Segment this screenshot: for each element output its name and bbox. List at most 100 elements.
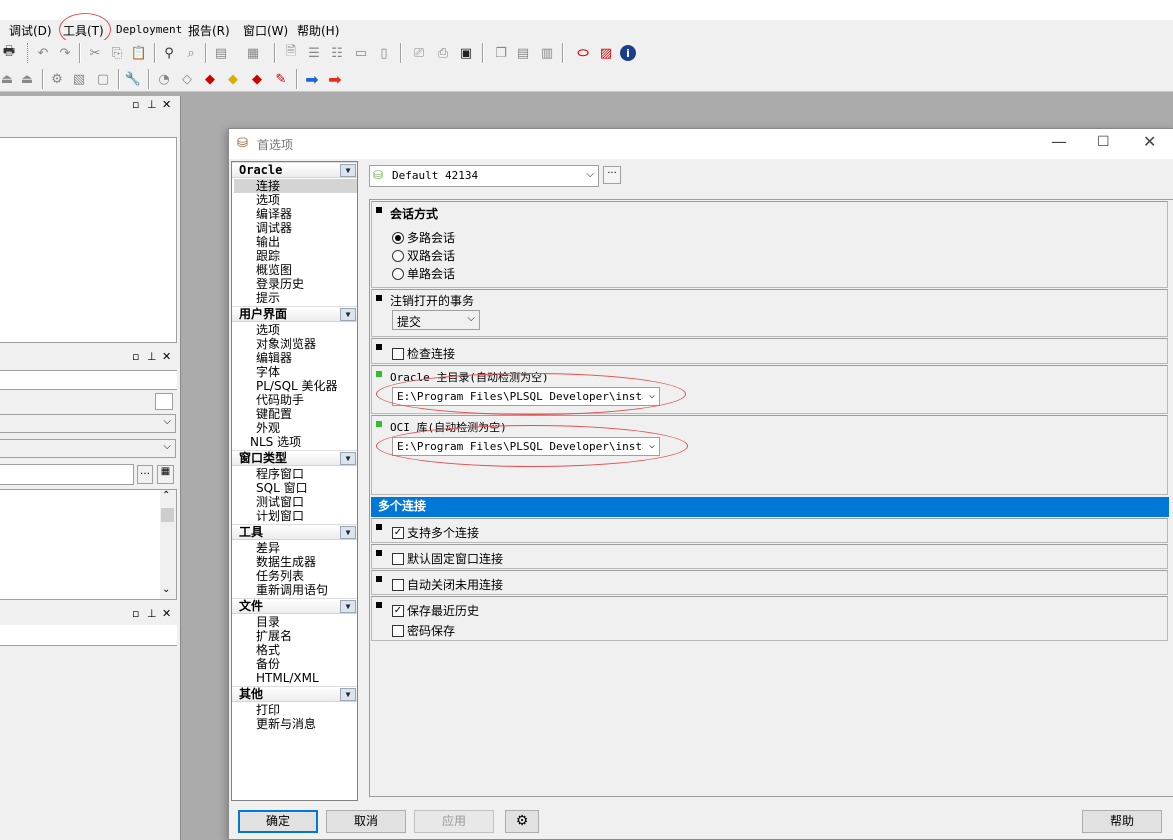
db-yellow-icon[interactable]: ◆ <box>224 70 242 88</box>
menu-deployment[interactable]: Deployment <box>116 23 182 36</box>
nav-category-files[interactable]: 文件 ▼ <box>232 598 357 614</box>
panel-filter-input[interactable] <box>0 464 134 485</box>
paste-icon[interactable]: 📋 <box>130 44 148 62</box>
menu-reports[interactable]: 报告(R) <box>188 22 230 39</box>
save-password-checkbox[interactable]: 密码保存 <box>392 622 455 639</box>
restore-icon[interactable]: ▫ <box>132 350 139 363</box>
commit-icon[interactable]: ◔ <box>155 70 173 88</box>
object-tree-area[interactable] <box>0 137 177 343</box>
menu-help[interactable]: 帮助(H) <box>297 22 339 39</box>
doc-icon[interactable]: 🗎 <box>282 44 300 62</box>
fixed-window-checkbox[interactable]: 默认固定窗口连接 <box>392 550 503 567</box>
macro-library-icon[interactable]: ▣ <box>457 44 475 62</box>
cancel-button[interactable]: 取消 <box>326 810 406 833</box>
nav-item[interactable]: 概览图 <box>256 263 292 277</box>
nav-item[interactable]: 提示 <box>256 291 280 305</box>
compile-icon[interactable]: ▧ <box>70 70 88 88</box>
nav-item[interactable]: 目录 <box>256 615 280 629</box>
nav-item[interactable]: 外观 <box>256 421 280 435</box>
undo-icon[interactable]: ↶ <box>34 44 52 62</box>
redo-icon[interactable]: ↷ <box>56 44 74 62</box>
format-icon[interactable]: ▦ <box>244 44 262 62</box>
close-icon[interactable]: ✕ <box>162 350 171 363</box>
menu-window[interactable]: 窗口(W) <box>243 22 288 39</box>
run-icon[interactable]: ▢ <box>94 70 112 88</box>
info-icon[interactable]: i <box>620 45 636 61</box>
nav-item[interactable]: 键配置 <box>256 407 292 421</box>
db-delete-icon[interactable]: ◆ <box>248 70 266 88</box>
collapse-icon[interactable]: ▼ <box>340 600 356 613</box>
macro-record-icon[interactable]: ⎚ <box>410 44 428 62</box>
close-icon[interactable]: ✕ <box>162 607 171 620</box>
comment-icon[interactable]: ☰ <box>305 44 323 62</box>
profile-select[interactable]: ⛁ Default 42134 ⌵ <box>369 165 599 187</box>
nav-item[interactable]: 选项 <box>256 193 280 207</box>
wrench-icon[interactable]: 🔧 <box>124 70 142 88</box>
lower-icon[interactable]: ▯ <box>375 44 393 62</box>
ok-button[interactable]: 确定 <box>238 810 318 833</box>
save-history-checkbox[interactable]: ✓ 保存最近历史 <box>392 602 479 619</box>
indent-icon[interactable]: ▤ <box>212 44 230 62</box>
pin-icon[interactable]: ⊥ <box>147 607 157 620</box>
nav-item[interactable]: NLS 选项 <box>250 435 301 449</box>
collapse-icon[interactable]: ▼ <box>340 308 356 321</box>
copy-icon[interactable]: ⎘ <box>108 44 126 62</box>
filter-icon[interactable]: ▦ <box>157 465 174 484</box>
nav-item[interactable]: PL/SQL 美化器 <box>256 379 338 393</box>
help-button[interactable]: 帮助 <box>1082 810 1162 833</box>
nav-item-connection[interactable]: 连接 <box>234 179 357 193</box>
nav-item[interactable]: 打印 <box>256 703 280 717</box>
oracle-icon[interactable]: ⬭ <box>574 44 592 62</box>
replace-icon[interactable]: ⌕ <box>182 44 200 62</box>
panel-combo-2[interactable]: ⌵ <box>0 439 176 458</box>
close-icon[interactable]: ✕ <box>1143 132 1156 151</box>
nav-item[interactable]: 计划窗口 <box>256 509 304 523</box>
nav-item[interactable]: 字体 <box>256 365 280 379</box>
nav-item[interactable]: 更新与消息 <box>256 717 316 731</box>
db-red-icon[interactable]: ◆ <box>201 70 219 88</box>
nav-category-tools[interactable]: 工具 ▼ <box>232 524 357 540</box>
brush-icon[interactable]: ✎ <box>272 70 290 88</box>
maximize-icon[interactable]: ☐ <box>1097 134 1110 150</box>
nav-item[interactable]: 程序窗口 <box>256 467 304 481</box>
print-icon[interactable]: 🖶 <box>0 44 18 62</box>
nav-item[interactable]: 代码助手 <box>256 393 304 407</box>
nav-item[interactable]: 输出 <box>256 235 280 249</box>
nav-item[interactable]: 编译器 <box>256 207 292 221</box>
log-on-icon[interactable]: ⏏ <box>18 70 36 88</box>
macro-play-icon[interactable]: ⎙ <box>434 44 452 62</box>
nav-item[interactable]: 重新调用语句 <box>256 583 328 597</box>
collapse-icon[interactable]: ▼ <box>340 526 356 539</box>
nav-item[interactable]: 选项 <box>256 323 280 337</box>
uncomment-icon[interactable]: ☷ <box>328 44 346 62</box>
profile-options-button[interactable]: ··· <box>603 166 621 184</box>
collapse-icon[interactable]: ▼ <box>340 452 356 465</box>
nav-item[interactable]: SQL 窗口 <box>256 481 308 495</box>
nav-category-window-types[interactable]: 窗口类型 ▼ <box>232 450 357 466</box>
nav-item[interactable]: 登录历史 <box>256 277 304 291</box>
nav-item[interactable]: 测试窗口 <box>256 495 304 509</box>
nav-category-ui[interactable]: 用户界面 ▼ <box>232 306 357 322</box>
support-multi-checkbox[interactable]: ✓ 支持多个连接 <box>392 524 479 541</box>
eraser-icon[interactable]: ◇ <box>178 70 196 88</box>
pin-icon[interactable]: ⊥ <box>147 350 157 363</box>
arrow-blue-icon[interactable]: ➡ <box>303 70 321 89</box>
cascade-icon[interactable]: ❐ <box>492 44 510 62</box>
panel-list-area[interactable]: ⌃ ⌄ <box>0 489 177 600</box>
explain-icon[interactable]: ⚙ <box>48 70 66 88</box>
nav-item[interactable]: 任务列表 <box>256 569 304 583</box>
configure-button[interactable]: ⚙ <box>505 810 539 833</box>
restore-icon[interactable]: ▫ <box>132 98 139 111</box>
menu-debug[interactable]: 调试(D) <box>9 22 52 39</box>
nav-item[interactable]: 对象浏览器 <box>256 337 316 351</box>
nav-category-oracle[interactable]: Oracle ▼ <box>232 162 357 178</box>
scrollbar[interactable]: ⌃ ⌄ <box>160 490 176 599</box>
session-icon[interactable]: ⏏ <box>0 70 16 88</box>
radio-single-session[interactable]: 单路会话 <box>392 265 455 282</box>
pin-icon[interactable]: ⊥ <box>147 98 157 111</box>
nav-item[interactable]: 扩展名 <box>256 629 292 643</box>
arrow-red-icon[interactable]: ➡ <box>326 70 344 89</box>
apply-button[interactable]: 应用 <box>414 810 494 833</box>
nav-item[interactable]: 跟踪 <box>256 249 280 263</box>
radio-multi-session[interactable]: 多路会话 <box>392 229 455 246</box>
